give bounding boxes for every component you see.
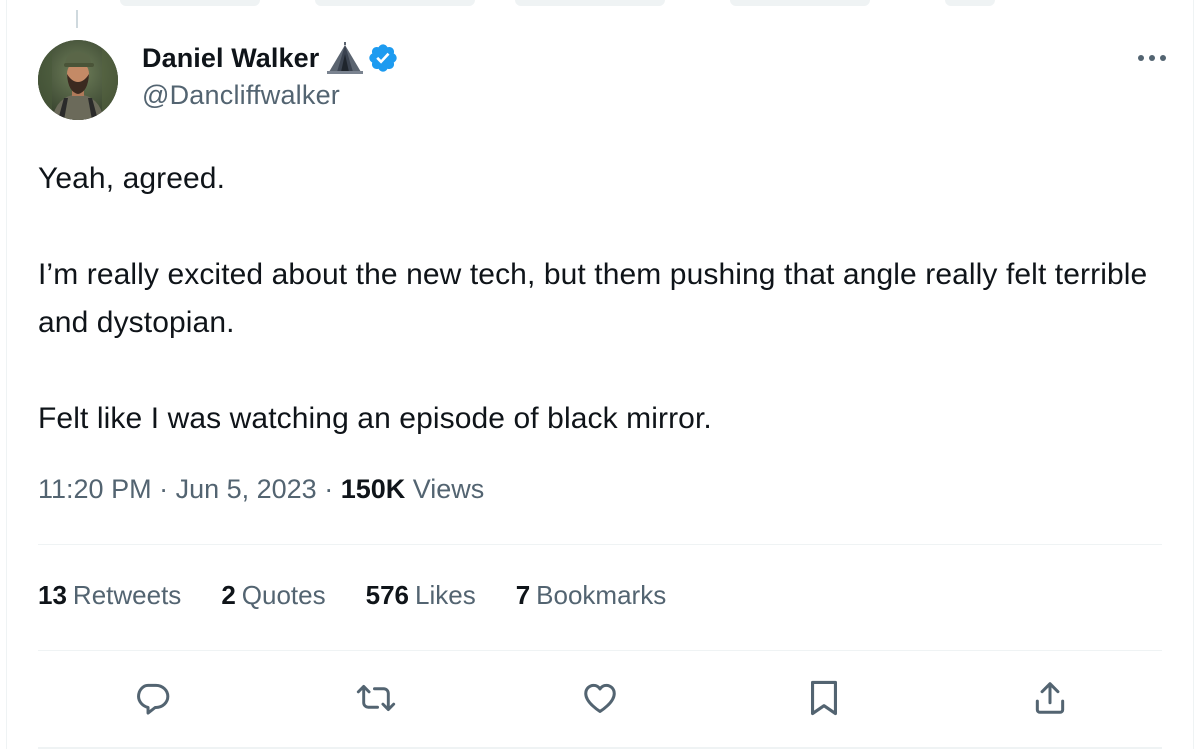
name-row: Daniel Walker [142, 38, 399, 78]
divider [38, 650, 1162, 651]
tweet-date[interactable]: Jun 5, 2023 [176, 474, 317, 504]
top-chip [315, 0, 475, 6]
stat-count: 7 [515, 580, 531, 610]
avatar-image [38, 40, 118, 120]
frame-border-right [1193, 0, 1194, 749]
verified-badge-icon[interactable] [367, 42, 399, 74]
views-count: 150K [340, 474, 406, 504]
author-block: Daniel Walker @Dancliffwalker [142, 38, 399, 111]
like-button[interactable] [574, 672, 626, 724]
top-toolbar-strip [0, 0, 1200, 8]
more-options-icon [1138, 55, 1166, 61]
stat-label: Retweets [72, 580, 182, 610]
tweet-meta: 11:20 PM · Jun 5, 2023 · 150K Views [38, 474, 484, 505]
avatar[interactable] [38, 40, 118, 120]
tweet-paragraph: I’m really excited about the new tech, b… [38, 258, 1148, 339]
reply-icon [137, 683, 170, 715]
stat-quotes[interactable]: 2 Quotes [221, 580, 325, 611]
stat-count: 576 [365, 580, 409, 610]
stat-count: 13 [38, 580, 67, 610]
engagement-stats: 13 Retweets 2 Quotes 576 Likes 7 Bookmarks [38, 580, 706, 611]
tweet-paragraph: Felt like I was watching an episode of b… [38, 402, 712, 435]
user-handle[interactable]: @Dancliffwalker [142, 80, 399, 111]
stat-label: Likes [415, 580, 476, 610]
share-button[interactable] [1024, 672, 1076, 724]
meta-separator: · [316, 474, 341, 504]
top-chip [945, 0, 995, 6]
bookmark-button[interactable] [798, 672, 850, 724]
divider [38, 544, 1162, 545]
top-chip [120, 0, 260, 6]
views-label: Views [412, 474, 485, 504]
stat-label: Quotes [241, 580, 326, 610]
retweet-button[interactable] [350, 672, 402, 724]
stat-bookmarks[interactable]: 7 Bookmarks [516, 580, 667, 611]
camping-tent-icon [327, 42, 364, 74]
stat-retweets[interactable]: 13 Retweets [38, 580, 181, 611]
top-chip [515, 0, 665, 6]
more-options-button[interactable] [1134, 44, 1170, 72]
thread-connector-line [76, 10, 78, 28]
stat-count: 2 [221, 580, 236, 610]
reply-button[interactable] [126, 672, 178, 724]
top-chip [730, 0, 870, 6]
display-name[interactable]: Daniel Walker [142, 43, 319, 74]
stat-likes[interactable]: 576 Likes [366, 580, 476, 611]
heart-icon [584, 683, 616, 713]
tweet-text: Yeah, agreed. I’m really excited about t… [38, 155, 1168, 443]
bookmark-icon [810, 680, 838, 716]
share-icon [1035, 682, 1065, 714]
frame-border-left [6, 0, 7, 749]
action-bar [0, 672, 1200, 724]
tweet-paragraph: Yeah, agreed. [38, 162, 226, 195]
tweet-page: Daniel Walker @Dancliffwalker Yeah, agre… [0, 0, 1200, 749]
tweet-time[interactable]: 11:20 PM [38, 474, 152, 504]
retweet-icon [356, 685, 396, 711]
meta-separator: · [151, 474, 176, 504]
stat-label: Bookmarks [536, 580, 667, 610]
